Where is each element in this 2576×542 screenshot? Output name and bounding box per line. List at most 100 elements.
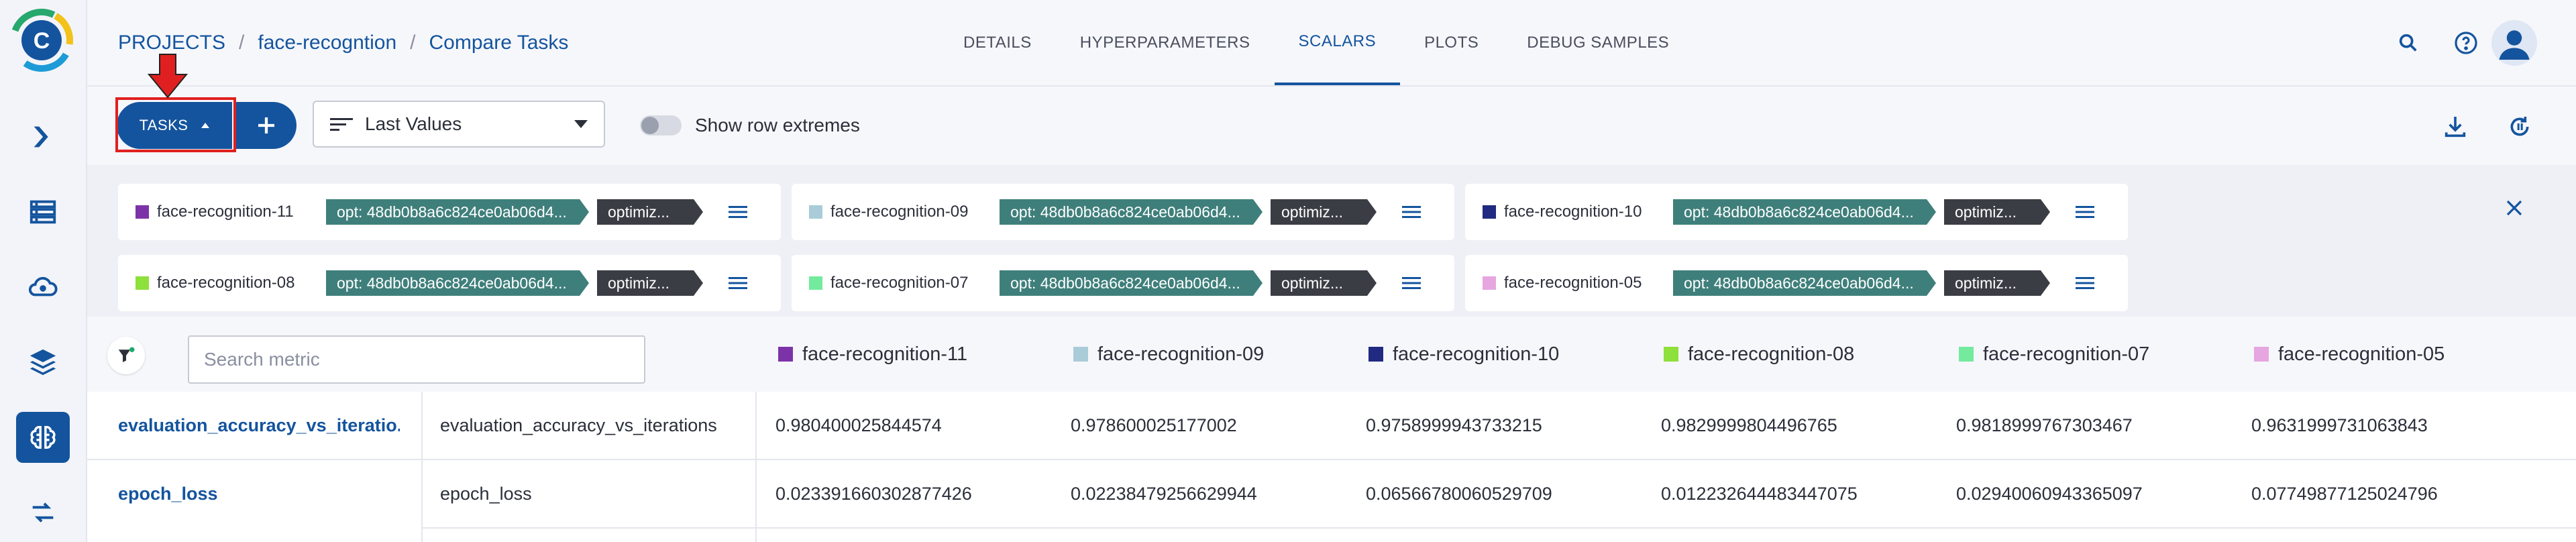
task-menu-button[interactable] [727,272,749,294]
metric-name-link[interactable]: epoch_loss [118,460,400,527]
auto-refresh-button[interactable] [2505,112,2534,142]
task-color-swatch [1959,347,1974,362]
column-header-task: face-recognition-10 [1368,341,1559,368]
search-icon [2399,34,2417,52]
column-header-label: face-recognition-10 [1393,343,1560,365]
clearml-logo[interactable]: C [9,8,74,72]
task-color-swatch [2254,347,2269,362]
column-header-task: face-recognition-09 [1073,341,1264,368]
value-cell: 0.978600025177002 [1071,415,1237,435]
add-task-button[interactable] [236,102,297,149]
task-tag-opt: opt: 48db0b8a6c824ce0ab06d4... [1673,270,1936,296]
task-menu-button[interactable] [2074,201,2096,223]
pipelines-icon [34,126,48,148]
task-name[interactable]: face-recognition-10 [1504,203,1673,221]
task-name[interactable]: face-recognition-08 [157,274,326,292]
tab-details[interactable]: DETAILS [939,0,1056,85]
task-card: face-recognition-09 opt: 48db0b8a6c824ce… [792,184,1454,240]
toggle-label: Show row extremes [695,115,860,136]
search-button[interactable] [2392,27,2424,59]
sidebar-item-reports[interactable] [16,487,70,538]
sidebar-item-pipelines[interactable] [16,111,70,162]
task-card: face-recognition-07 opt: 48db0b8a6c824ce… [792,255,1454,311]
filter-button[interactable] [107,337,145,374]
variant-name: evaluation_accuracy_vs_iterations [440,415,717,435]
breadcrumb-project[interactable]: face-recogntion [258,32,396,54]
menu-icon [729,277,747,289]
menu-icon [2076,206,2094,218]
value-type-select[interactable]: Last Values [313,101,605,148]
task-name[interactable]: face-recognition-09 [830,203,1000,221]
sidebar-item-orchestration[interactable] [16,262,70,313]
tab-debug-samples[interactable]: DEBUG SAMPLES [1503,0,1693,85]
plus-icon [258,117,274,133]
column-header-label: face-recognition-09 [1097,343,1265,365]
metric-name-link[interactable]: evaluation_accuracy_vs_iteratio... [118,392,400,459]
task-color-swatch[interactable] [136,276,149,290]
task-color-swatch[interactable] [136,205,149,219]
column-divider [421,460,423,542]
download-button[interactable] [2440,112,2470,142]
column-header-task: face-recognition-11 [778,341,967,368]
avatar[interactable] [2491,20,2537,66]
value-cell: 0.06566780060529709 [1366,483,1552,504]
tasks-button[interactable]: TASKS [117,102,232,149]
filter-icon [118,347,135,362]
close-icon [2506,200,2522,216]
toggle-knob [641,117,659,134]
column-header-task: face-recognition-05 [2254,341,2445,368]
reports-icon [32,502,54,523]
task-name[interactable]: face-recognition-07 [830,274,1000,292]
orchestration-icon [28,276,58,296]
value-cell: 0.07749877125024796 [2251,483,2438,504]
tab-scalars[interactable]: SCALARS [1274,0,1401,85]
tab-plots[interactable]: PLOTS [1400,0,1503,85]
task-color-swatch[interactable] [1483,276,1496,290]
task-name[interactable]: face-recognition-11 [157,203,326,221]
task-tag-opt: opt: 48db0b8a6c824ce0ab06d4... [1000,270,1263,296]
task-tag-opt: opt: 48db0b8a6c824ce0ab06d4... [326,199,589,225]
model-layers-icon [30,349,56,376]
task-name[interactable]: face-recognition-05 [1504,274,1673,292]
task-color-swatch[interactable] [809,205,822,219]
task-tag-opt: opt: 48db0b8a6c824ce0ab06d4... [1000,199,1263,225]
sidebar-item-datasets[interactable] [16,186,70,237]
help-button[interactable] [2450,27,2482,59]
search-metric-input[interactable] [188,335,645,384]
tasks-label: TASKS [139,117,189,133]
task-menu-button[interactable] [727,201,749,223]
value-type-selected: Last Values [365,113,462,134]
task-color-swatch[interactable] [809,276,822,290]
task-color-swatch [778,347,793,362]
row-extremes-toggle[interactable]: Show row extremes [640,111,860,140]
datasets-icon [30,200,56,224]
svg-text:C: C [34,28,50,54]
column-header-task: face-recognition-07 [1959,341,2149,368]
close-panel-button[interactable] [2501,195,2528,221]
brain-icon [30,425,56,449]
sidebar-item-experiments[interactable] [16,412,70,463]
sidebar-item-models[interactable] [16,337,70,388]
breadcrumb-projects[interactable]: PROJECTS [118,32,225,54]
task-color-swatch[interactable] [1483,205,1496,219]
column-header-label: face-recognition-07 [1983,343,2150,365]
caret-up-icon [201,123,209,128]
value-cell: 0.012232644483447075 [1661,483,1858,504]
task-menu-button[interactable] [1401,272,1422,294]
task-card: face-recognition-10 opt: 48db0b8a6c824ce… [1465,184,2128,240]
tab-bar: DETAILS HYPERPARAMETERS SCALARS PLOTS DE… [939,0,1693,85]
refresh-icon [2510,117,2529,136]
breadcrumb-separator: / [239,32,245,54]
value-cell: 0.9818999767303467 [1956,415,2133,435]
breadcrumb-separator: / [410,32,416,54]
column-header-label: face-recognition-11 [802,343,968,365]
task-menu-button[interactable] [2074,272,2096,294]
table-row: evaluation_accuracy_vs_iteratio... evalu… [87,392,2576,460]
top-header: PROJECTS / face-recogntion / Compare Tas… [87,0,2576,87]
tab-hyperparameters[interactable]: HYPERPARAMETERS [1056,0,1275,85]
column-divider [755,392,757,459]
toggle-switch[interactable] [640,115,682,136]
task-tag-optimizer: optimiz... [597,199,703,225]
left-sidebar: C [0,0,87,542]
task-menu-button[interactable] [1401,201,1422,223]
